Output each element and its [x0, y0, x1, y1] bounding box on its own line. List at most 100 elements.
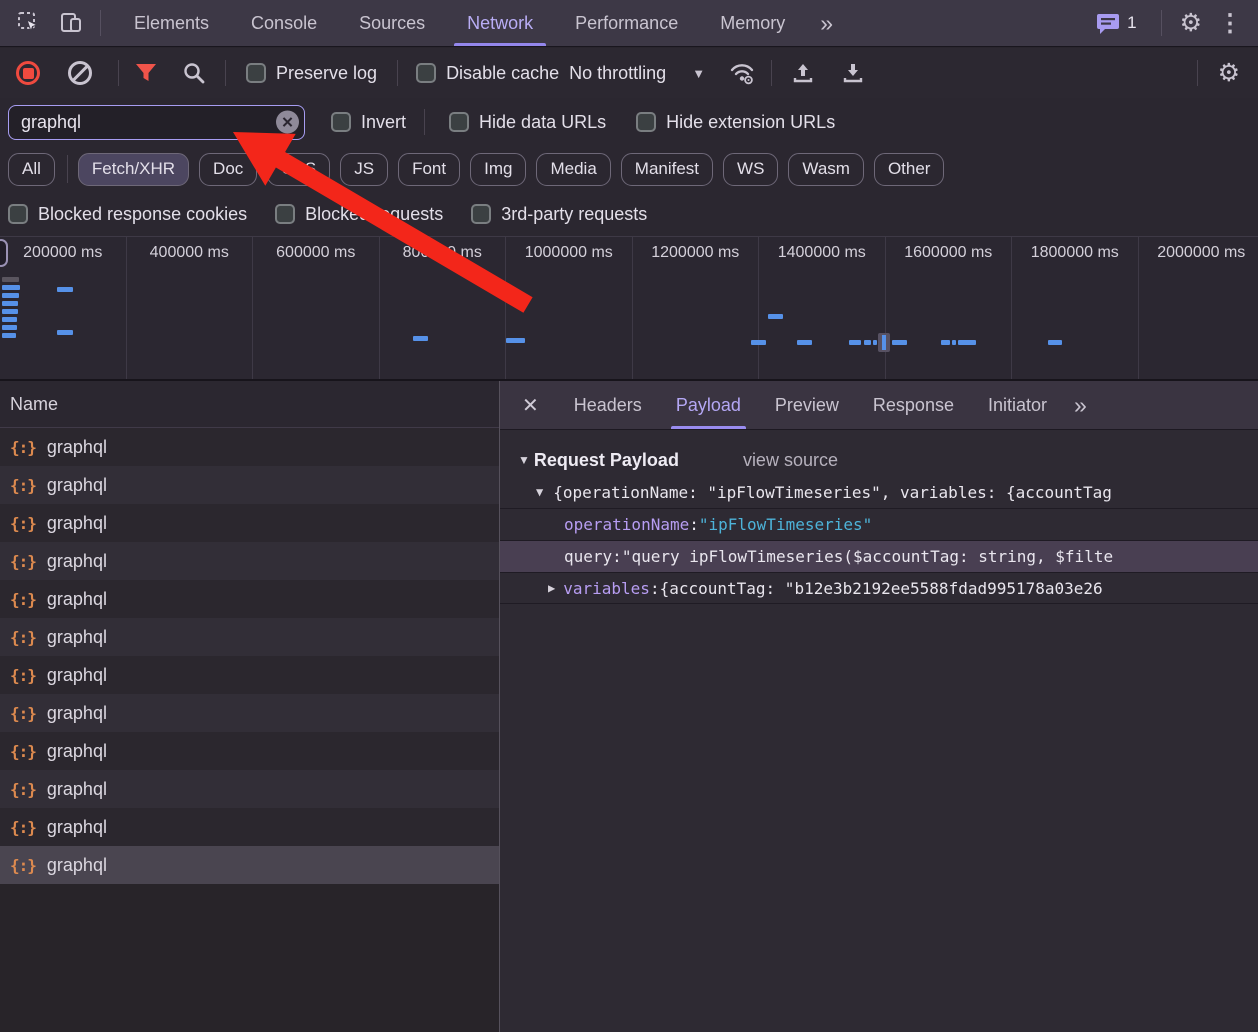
tab-network[interactable]: Network [446, 0, 554, 46]
clear-filter-icon[interactable]: ✕ [276, 111, 299, 134]
import-har-icon[interactable] [788, 61, 818, 85]
request-row[interactable]: {:}graphql [0, 770, 499, 808]
toolbar-divider [225, 60, 226, 86]
payload-row-operation-name[interactable]: operationName: "ipFlowTimeseries" [500, 508, 1258, 540]
type-filter-img[interactable]: Img [470, 153, 526, 186]
type-filter-js[interactable]: JS [340, 153, 388, 186]
tab-elements[interactable]: Elements [113, 0, 230, 46]
request-row[interactable]: {:}graphql [0, 694, 499, 732]
type-filter-fetch-xhr[interactable]: Fetch/XHR [78, 153, 189, 186]
issues-counter[interactable]: 1 [1096, 13, 1136, 34]
waterfall-bar [2, 301, 18, 306]
settings-gear-icon[interactable]: ⚙ [1172, 11, 1210, 36]
request-row[interactable]: {:}graphql [0, 504, 499, 542]
request-list-header[interactable]: Name [0, 381, 499, 428]
request-name: graphql [47, 475, 107, 496]
clear-network-log-button[interactable] [68, 61, 92, 85]
checkbox-box[interactable] [416, 63, 436, 83]
detail-tab-preview[interactable]: Preview [758, 381, 856, 429]
waterfall-bar [2, 277, 19, 282]
kebab-menu-icon[interactable]: ⋮ [1210, 9, 1258, 38]
payload-summary-row[interactable]: ▼ {operationName: "ipFlowTimeseries", va… [500, 476, 1258, 508]
checkbox-box[interactable] [8, 204, 28, 224]
preserve-log-checkbox[interactable]: Preserve log [246, 63, 377, 84]
hide-extension-urls-checkbox[interactable]: Hide extension URLs [636, 112, 835, 133]
waterfall-bar [413, 336, 428, 341]
filter-icon[interactable] [131, 63, 161, 83]
device-toolbar-icon[interactable] [58, 10, 84, 36]
request-row[interactable]: {:}graphql [0, 808, 499, 846]
payload-row-variables[interactable]: ▶ variables: {accountTag: "b12e3b2192ee5… [500, 572, 1258, 604]
request-row[interactable]: {:}graphql [0, 656, 499, 694]
close-details-icon[interactable]: ✕ [500, 393, 557, 418]
detail-tab-headers[interactable]: Headers [557, 381, 659, 429]
type-filter-wasm[interactable]: Wasm [788, 153, 864, 186]
blocked-requests-label: Blocked requests [305, 204, 443, 225]
disable-cache-checkbox[interactable]: Disable cache [416, 63, 559, 84]
invert-checkbox[interactable]: Invert [331, 112, 406, 133]
type-filter-all[interactable]: All [8, 153, 55, 186]
type-filter-other[interactable]: Other [874, 153, 945, 186]
type-filter-font[interactable]: Font [398, 153, 460, 186]
payload-row-query-selected[interactable]: query: "query ipFlowTimeseries($accountT… [500, 540, 1258, 572]
network-settings-gear-icon[interactable]: ⚙ [1210, 61, 1248, 86]
tabbar-right-divider [1161, 10, 1162, 36]
request-row[interactable]: {:}graphql [0, 428, 499, 466]
waterfall-bar [506, 338, 525, 343]
filter-input[interactable] [9, 112, 304, 133]
type-filter-css[interactable]: CSS [267, 153, 330, 186]
request-payload-section[interactable]: ▼ Request Payload view source [500, 444, 1258, 476]
type-filter-manifest[interactable]: Manifest [621, 153, 713, 186]
throttling-dropdown[interactable]: No throttling ▼ [569, 63, 705, 84]
checkbox-box[interactable] [636, 112, 656, 132]
checkbox-box[interactable] [246, 63, 266, 83]
panel-tabs: Elements Console Sources Network Perform… [113, 0, 845, 46]
timeline-tick: 800000 ms [380, 237, 507, 379]
detail-tab-response[interactable]: Response [856, 381, 971, 429]
tab-sources[interactable]: Sources [338, 0, 446, 46]
request-row[interactable]: {:}graphql [0, 466, 499, 504]
request-row-selected[interactable]: {:}graphql [0, 846, 499, 884]
record-network-log-button[interactable] [16, 61, 40, 85]
payload-string-value: "ipFlowTimeseries" [699, 515, 872, 534]
network-overview-timeline[interactable]: 200000 ms 400000 ms 600000 ms 800000 ms … [0, 236, 1258, 381]
more-detail-tabs-chevron-icon[interactable]: » [1064, 392, 1095, 419]
json-braces-icon: {:} [10, 552, 36, 571]
blocked-response-cookies-checkbox[interactable]: Blocked response cookies [8, 204, 247, 225]
tab-console[interactable]: Console [230, 0, 338, 46]
view-source-link[interactable]: view source [743, 450, 838, 471]
type-filter-ws[interactable]: WS [723, 153, 778, 186]
timeline-grid: 200000 ms 400000 ms 600000 ms 800000 ms … [0, 237, 1258, 379]
request-row[interactable]: {:}graphql [0, 732, 499, 770]
request-list-pane: Name {:}graphql {:}graphql {:}graphql {:… [0, 381, 500, 1032]
type-filter-doc[interactable]: Doc [199, 153, 257, 186]
tab-performance[interactable]: Performance [554, 0, 699, 46]
detail-tab-initiator[interactable]: Initiator [971, 381, 1064, 429]
waterfall-bar [864, 340, 871, 345]
checkbox-box[interactable] [471, 204, 491, 224]
hide-data-urls-checkbox[interactable]: Hide data URLs [449, 112, 606, 133]
collapsed-triangle-icon[interactable]: ▶ [548, 581, 555, 595]
type-filter-media[interactable]: Media [536, 153, 610, 186]
inspect-element-icon[interactable] [16, 10, 42, 36]
request-row[interactable]: {:}graphql [0, 618, 499, 656]
section-expand-triangle-icon[interactable]: ▼ [518, 453, 530, 467]
tab-memory[interactable]: Memory [699, 0, 806, 46]
request-row[interactable]: {:}graphql [0, 580, 499, 618]
name-column-header: Name [10, 394, 58, 415]
export-har-icon[interactable] [838, 61, 868, 85]
checkbox-box[interactable] [275, 204, 295, 224]
expand-triangle-icon[interactable]: ▼ [536, 485, 543, 499]
timeline-tick: 1200000 ms [633, 237, 760, 379]
detail-tab-payload[interactable]: Payload [659, 381, 758, 429]
checkbox-box[interactable] [331, 112, 351, 132]
more-tabs-chevron-icon[interactable]: » [806, 10, 845, 37]
network-conditions-icon[interactable] [727, 61, 757, 85]
waterfall-bar [2, 333, 16, 338]
blocked-requests-checkbox[interactable]: Blocked requests [275, 204, 443, 225]
search-icon[interactable] [179, 61, 209, 85]
request-row[interactable]: {:}graphql [0, 542, 499, 580]
third-party-requests-checkbox[interactable]: 3rd-party requests [471, 204, 647, 225]
checkbox-box[interactable] [449, 112, 469, 132]
timeline-left-handle[interactable] [0, 239, 8, 267]
